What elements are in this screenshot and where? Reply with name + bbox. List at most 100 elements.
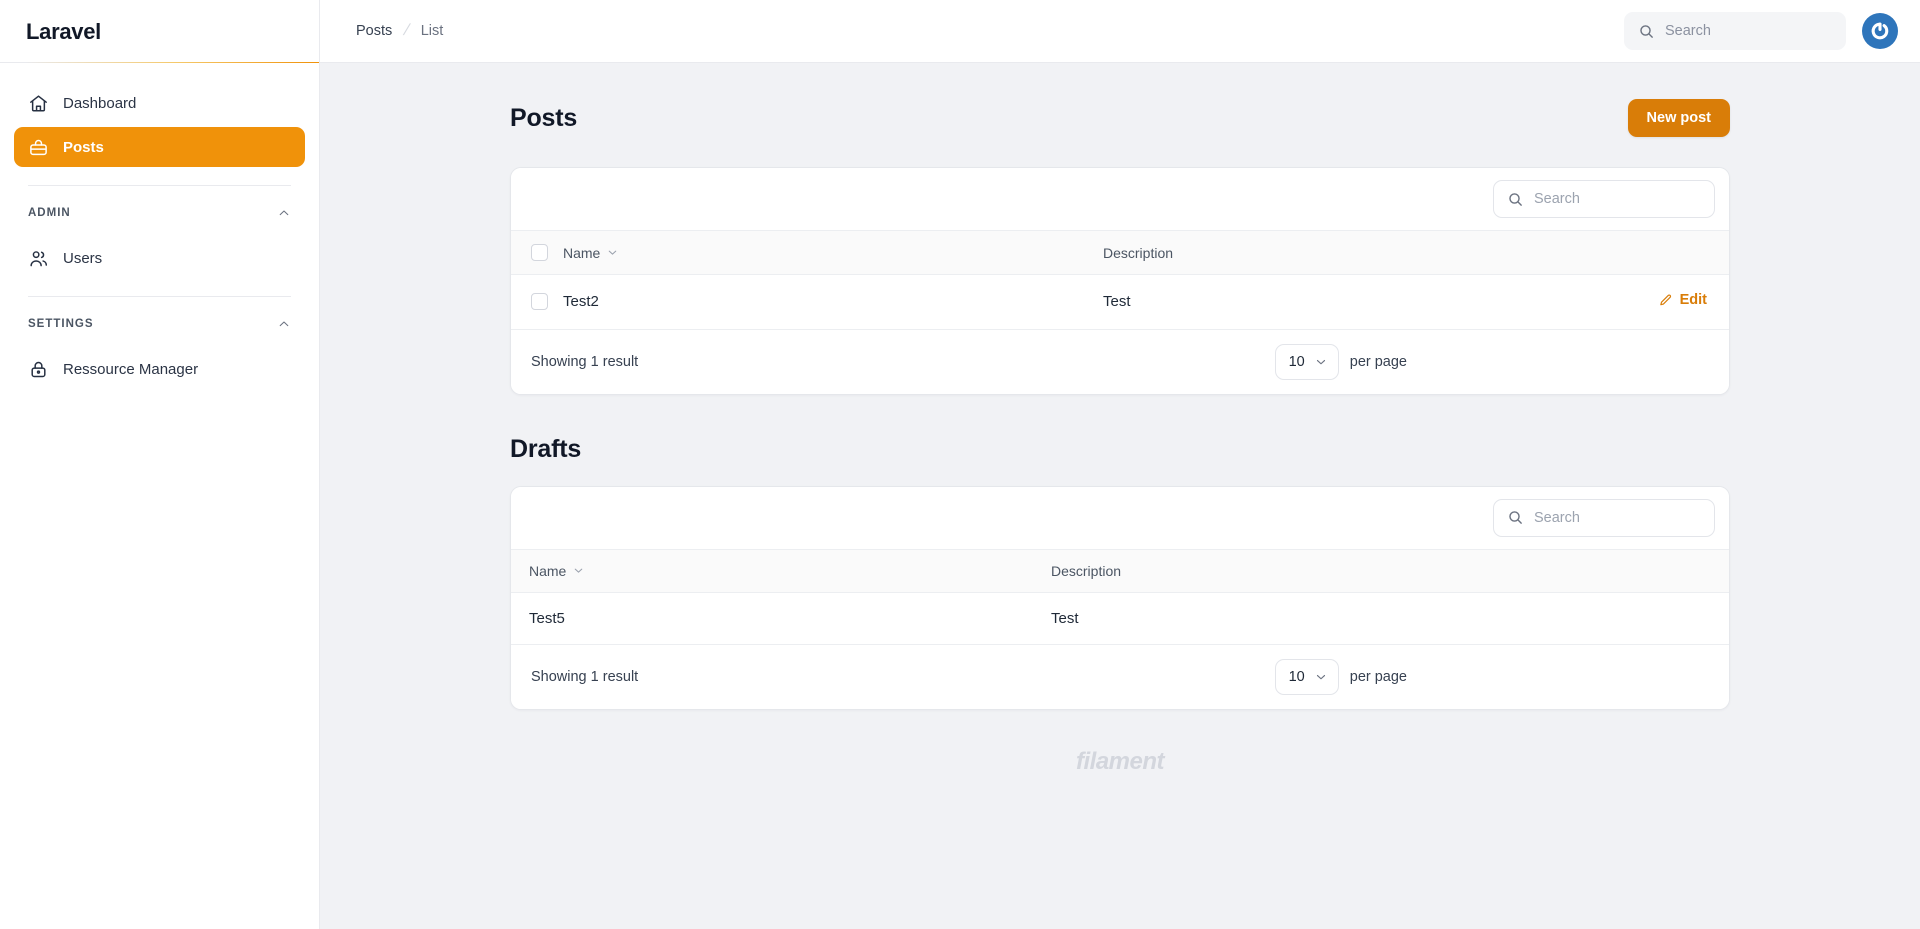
- edit-button[interactable]: Edit: [1658, 292, 1707, 308]
- page-title: Posts: [510, 103, 578, 132]
- drafts-table-search[interactable]: [1493, 498, 1715, 537]
- chevron-up-icon[interactable]: [277, 206, 291, 220]
- content-scroll: Posts New post Search Name Description T…: [320, 63, 1920, 929]
- users-icon: [28, 248, 49, 269]
- drafts-per-page-select[interactable]: 10: [1274, 658, 1339, 695]
- search-icon: [1638, 23, 1655, 40]
- filament-logo: filament: [1075, 747, 1165, 775]
- posts-sort-name-button[interactable]: Name: [563, 245, 619, 261]
- cell-actions: [1589, 592, 1729, 644]
- breadcrumb-separator: /: [401, 22, 412, 39]
- new-post-button[interactable]: New post: [1627, 99, 1730, 137]
- sidebar-group-admin[interactable]: ADMIN: [14, 202, 305, 224]
- column-label: Name: [529, 562, 567, 579]
- chevron-up-icon[interactable]: [277, 317, 291, 331]
- sidebar-item-users[interactable]: Users: [14, 238, 305, 278]
- drafts-per-page-label: per page: [1349, 668, 1407, 685]
- lock-icon: [28, 359, 49, 380]
- sidebar-item-posts[interactable]: Posts: [14, 127, 305, 167]
- posts-per-page-label: per page: [1349, 353, 1407, 370]
- drafts-table-header-row: Name Description: [511, 549, 1729, 592]
- drafts-column-actions: [1589, 549, 1729, 592]
- row-select-cell: [511, 274, 563, 329]
- sidebar-item-label: Ressource Manager: [63, 360, 199, 378]
- home-icon: [28, 93, 49, 114]
- chevron-down-icon: [572, 564, 585, 577]
- table-row[interactable]: Test5 Test: [511, 592, 1729, 644]
- posts-column-actions: [1589, 231, 1729, 275]
- drafts-column-description: Description: [1051, 549, 1589, 592]
- per-page-value: 10: [1288, 353, 1305, 370]
- search-icon: [1507, 509, 1524, 526]
- posts-table-footer: Showing 1 result 10 per page: [511, 328, 1729, 394]
- posts-select-all-cell: [511, 231, 563, 275]
- chevron-down-icon: [1314, 355, 1328, 369]
- posts-column-name: Name: [563, 231, 1103, 275]
- drafts-per-page-group: 10 per page: [1274, 658, 1407, 695]
- brand-underline: [0, 61, 319, 63]
- column-label: Name: [563, 244, 601, 261]
- breadcrumb-item-posts[interactable]: Posts: [356, 23, 392, 39]
- table-row[interactable]: Test2 Test Edit: [511, 274, 1729, 329]
- global-search[interactable]: [1624, 12, 1846, 50]
- edit-label: Edit: [1679, 292, 1707, 308]
- posts-table-head: Name Description: [511, 230, 1729, 275]
- drafts-table-search-input[interactable]: [1534, 509, 1701, 526]
- drafts-sort-name-button[interactable]: Name: [529, 563, 585, 579]
- cell-actions: Edit: [1589, 274, 1729, 329]
- search-icon: [1507, 191, 1524, 208]
- cell-name: Test2: [563, 274, 1103, 329]
- posts-table-header-row: Name Description: [511, 230, 1729, 275]
- page-header: Posts New post: [510, 99, 1730, 137]
- brand-header: Laravel: [0, 0, 319, 63]
- content-wrap: Posts New post Search Name Description T…: [510, 99, 1730, 816]
- sidebar-item-dashboard[interactable]: Dashboard: [14, 83, 305, 123]
- main-area: Posts / List Search Posts New post Searc…: [320, 0, 1920, 929]
- posts-per-page-select[interactable]: 10: [1274, 343, 1339, 380]
- posts-column-description: Description: [1103, 231, 1589, 275]
- global-search-input[interactable]: [1665, 23, 1832, 39]
- drafts-table-toolbar: [511, 486, 1729, 549]
- briefcase-icon: [28, 137, 49, 158]
- posts-table-search[interactable]: [1493, 180, 1715, 218]
- drafts-column-name: Name: [511, 549, 1051, 592]
- sidebar-item-label: Dashboard: [63, 94, 137, 112]
- drafts-table-footer: Showing 1 result 10 per page: [511, 643, 1729, 709]
- chevron-down-icon: [606, 246, 619, 259]
- posts-per-page-group: 10 per page: [1274, 343, 1407, 380]
- drafts-section-title: Drafts: [510, 434, 582, 463]
- sidebar-item-ressource-manager[interactable]: Ressource Manager: [14, 349, 305, 389]
- sidebar-item-label: Posts: [63, 138, 104, 156]
- breadcrumb-item-list[interactable]: List: [421, 23, 444, 39]
- sidebar: Laravel Dashboard Posts ADMIN Users SETT…: [0, 0, 320, 929]
- posts-result-count: Showing 1 result: [531, 353, 639, 370]
- posts-table-search-input[interactable]: [1534, 191, 1701, 207]
- cell-name: Test5: [511, 592, 1051, 644]
- posts-table-card: Name Description: [510, 167, 1730, 395]
- posts-table-body: Test2 Test Edit: [511, 274, 1729, 329]
- posts-table-toolbar: [511, 168, 1729, 230]
- topbar: Posts / List: [320, 0, 1920, 63]
- sidebar-group-label: SETTINGS: [28, 318, 94, 330]
- drafts-result-count: Showing 1 result: [531, 668, 639, 685]
- breadcrumb: Posts / List: [356, 22, 443, 40]
- drafts-table-head: Name Description: [511, 549, 1729, 592]
- column-label: Description: [1103, 244, 1174, 261]
- sidebar-item-label: Users: [63, 249, 103, 267]
- app-root: Laravel Dashboard Posts ADMIN Users SETT…: [0, 0, 1920, 929]
- column-label: Description: [1051, 562, 1122, 579]
- chevron-down-icon: [1314, 670, 1328, 684]
- sidebar-nav: Dashboard Posts ADMIN Users SETTINGS Res…: [0, 63, 319, 929]
- sidebar-group-settings[interactable]: SETTINGS: [14, 313, 305, 335]
- row-checkbox[interactable]: [531, 293, 548, 311]
- cell-description: Test: [1051, 592, 1589, 644]
- sidebar-divider-2: [28, 296, 291, 297]
- per-page-value: 10: [1288, 668, 1305, 685]
- select-all-checkbox[interactable]: [531, 244, 548, 261]
- drafts-table-body: Test5 Test: [511, 592, 1729, 644]
- cell-description: Test: [1103, 274, 1589, 329]
- avatar[interactable]: [1862, 13, 1898, 49]
- pencil-icon: [1658, 293, 1673, 308]
- footer-branding: filament: [510, 710, 1730, 816]
